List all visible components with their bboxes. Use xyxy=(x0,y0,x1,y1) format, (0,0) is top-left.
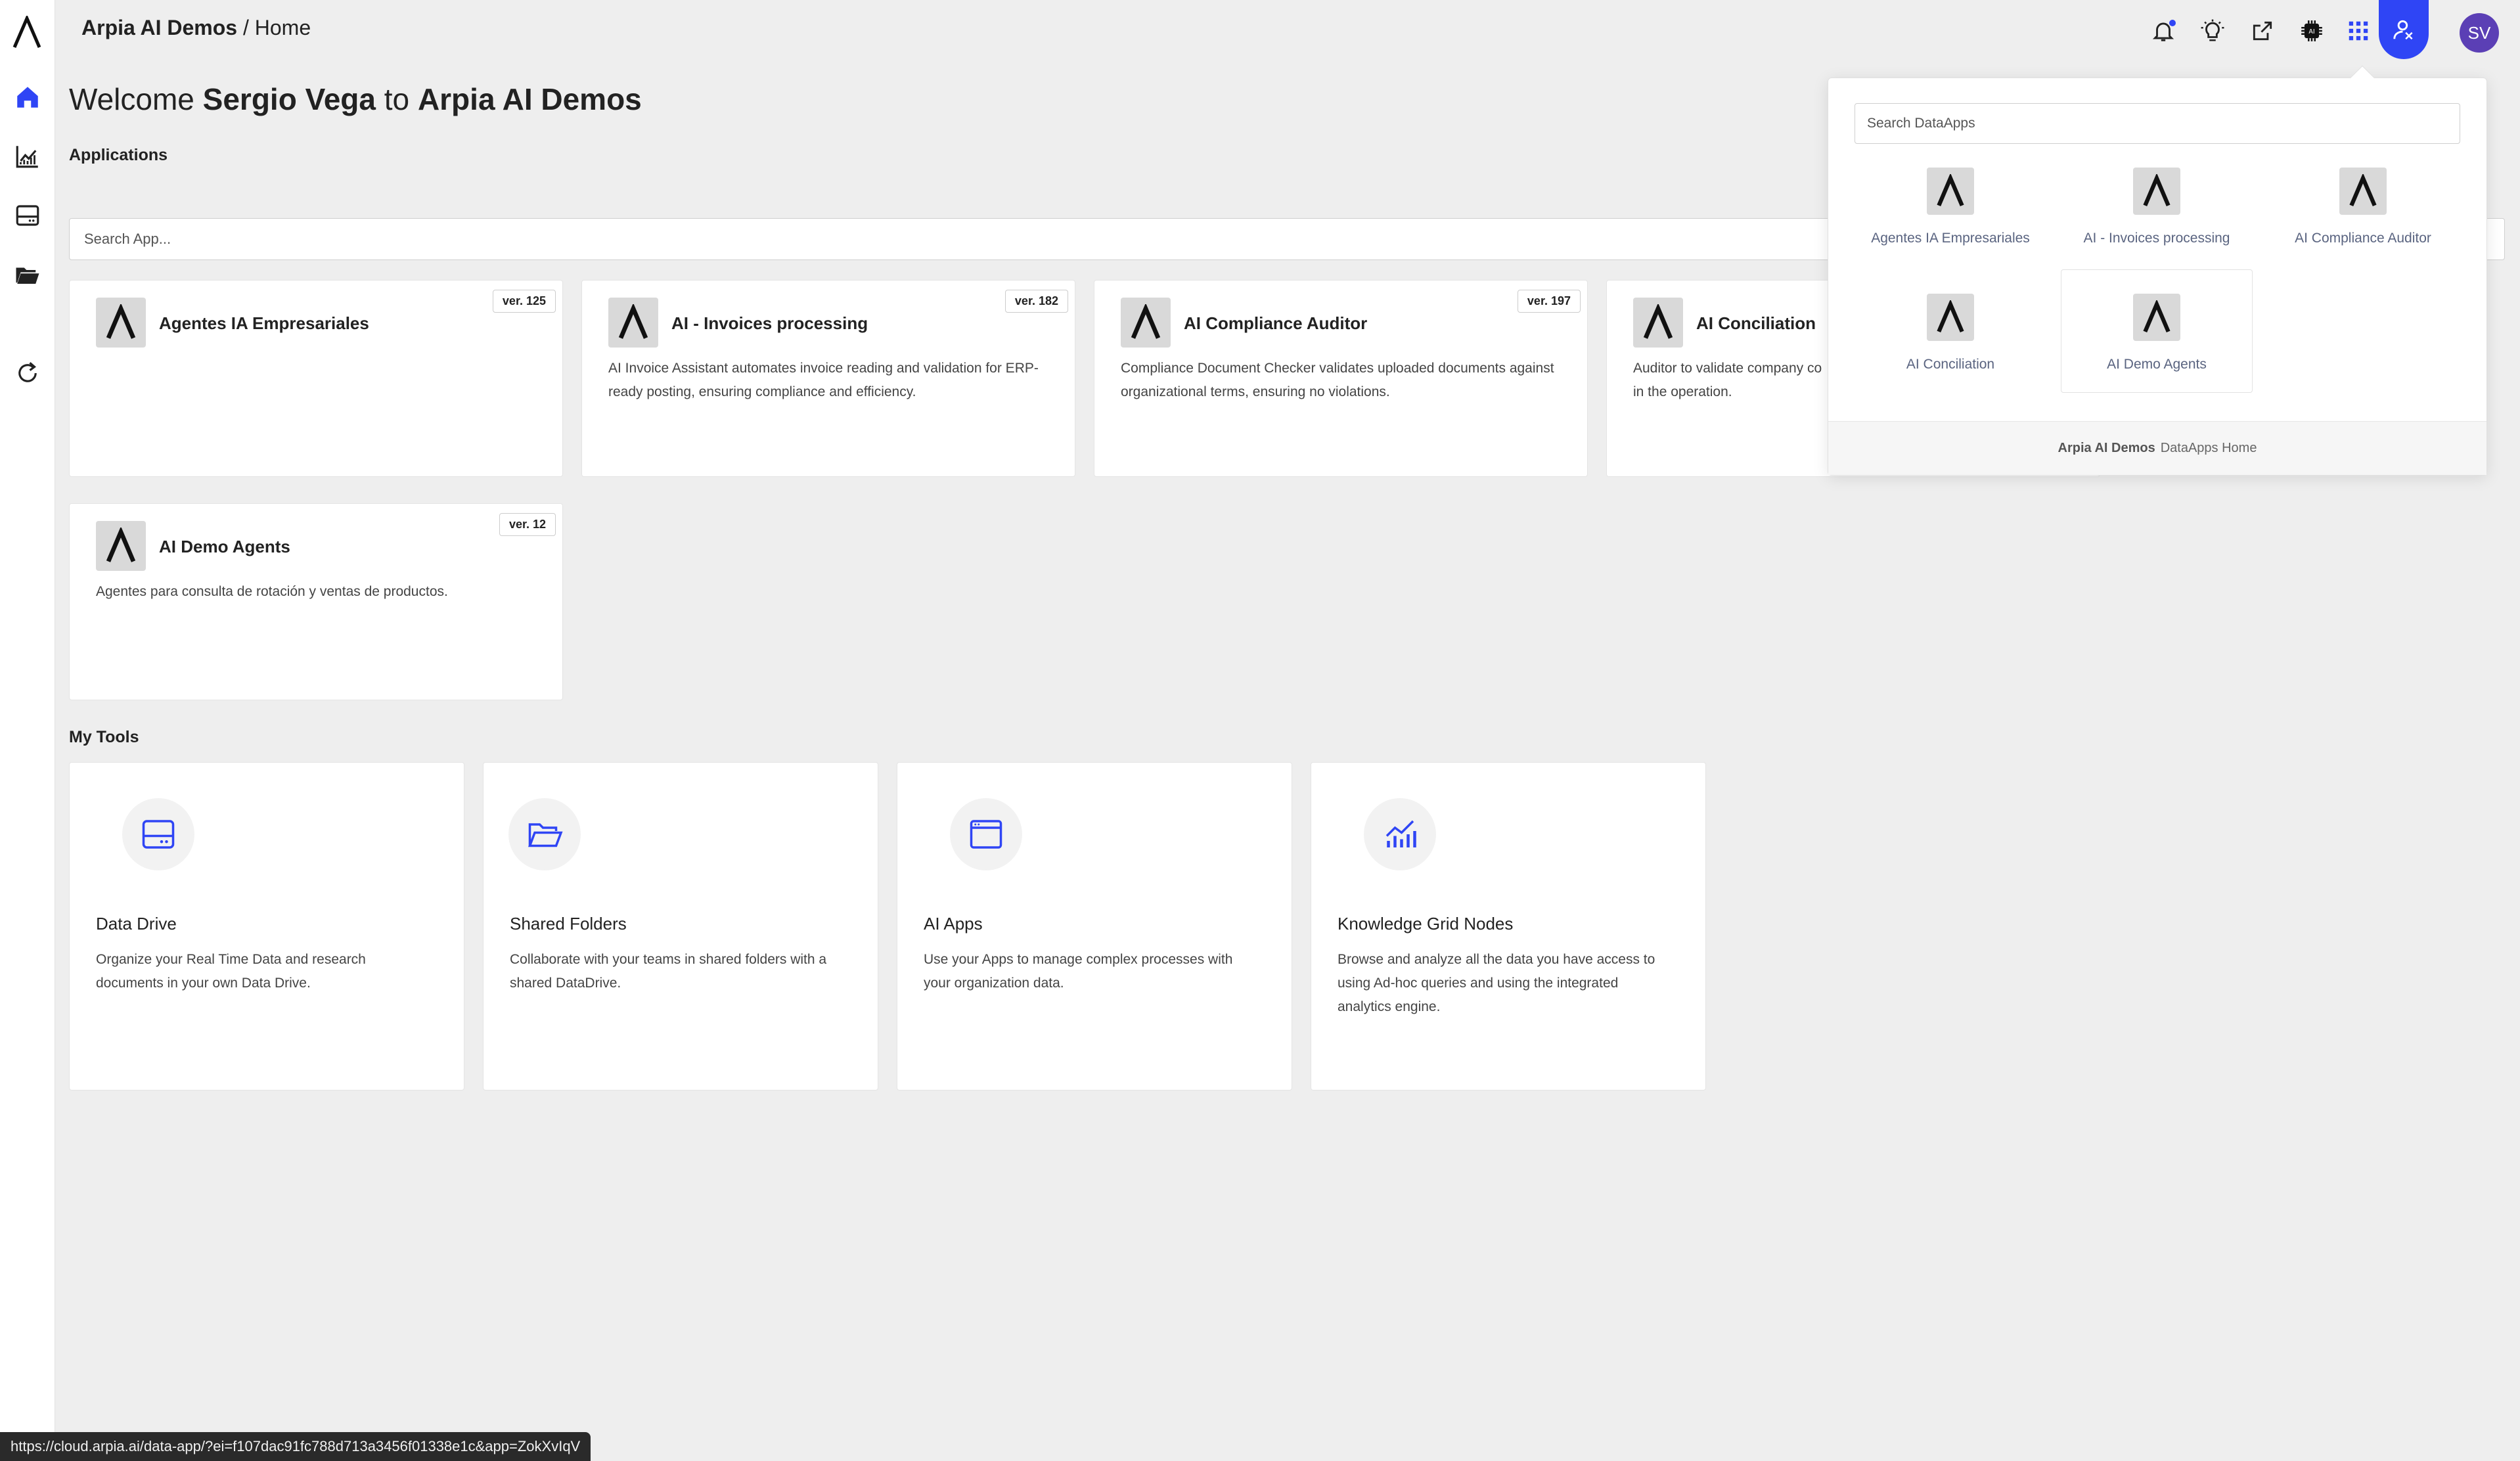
app-logo-icon xyxy=(1121,298,1171,348)
share-icon[interactable] xyxy=(2247,16,2278,46)
app-description: Auditor to validate company co in the op… xyxy=(1633,361,1822,399)
app-title: AI Conciliation xyxy=(1696,313,1816,333)
search-dataapps-input[interactable] xyxy=(1855,103,2460,144)
notification-dot xyxy=(2169,20,2176,26)
status-url-bar: https://cloud.arpia.ai/data-app/?ei=f107… xyxy=(0,1432,591,1461)
breadcrumb: Arpia AI Demos / Home xyxy=(81,16,311,39)
breadcrumb-org[interactable]: Arpia AI Demos xyxy=(81,16,237,39)
dataapp-item[interactable]: AI Demo Agents xyxy=(2061,269,2253,393)
applications-heading: Applications xyxy=(69,146,168,164)
svg-text:AI: AI xyxy=(2308,28,2314,35)
app-title: AI - Invoices processing xyxy=(671,313,868,333)
app-logo-icon xyxy=(608,298,658,348)
home-icon[interactable] xyxy=(13,83,42,112)
tool-title: AI Apps xyxy=(924,914,983,933)
dataapp-label: AI - Invoices processing xyxy=(2083,231,2230,246)
footer-org: Arpia AI Demos xyxy=(2058,441,2155,455)
dataapp-label: Agentes IA Empresariales xyxy=(1871,231,2030,246)
app-title: AI Compliance Auditor xyxy=(1184,313,1368,333)
dropdown-caret xyxy=(2350,65,2375,90)
browser-window-icon xyxy=(950,798,1022,870)
tool-card-data-drive[interactable]: Data Drive Organize your Real Time Data … xyxy=(69,762,464,1090)
tool-title: Shared Folders xyxy=(510,914,627,933)
app-card[interactable]: AI Compliance Auditor ver. 197 Complianc… xyxy=(1094,280,1588,477)
lightbulb-icon[interactable] xyxy=(2197,16,2228,46)
data-apps-user-icon[interactable] xyxy=(2379,0,2429,59)
version-badge: ver. 12 xyxy=(499,513,556,536)
app-logo-icon xyxy=(96,521,146,571)
ai-chip-icon[interactable]: AI xyxy=(2297,16,2327,46)
app-logo-icon xyxy=(1927,294,1974,341)
tool-description: Browse and analyze all the data you have… xyxy=(1338,952,1655,1014)
tool-title: Knowledge Grid Nodes xyxy=(1338,914,1514,933)
version-badge: ver. 197 xyxy=(1517,290,1581,313)
tool-title: Data Drive xyxy=(96,914,177,933)
avatar[interactable]: SV xyxy=(2460,13,2499,53)
version-badge: ver. 182 xyxy=(1004,290,1068,313)
app-logo-icon xyxy=(2133,294,2180,341)
data-drive-icon xyxy=(122,798,194,870)
app-description: Compliance Document Checker validates up… xyxy=(1121,361,1554,399)
dataapp-item[interactable]: AI Compliance Auditor xyxy=(2267,160,2459,283)
tool-description: Collaborate with your teams in shared fo… xyxy=(510,952,827,991)
dataapps-footer: Arpia AI Demos DataApps Home xyxy=(1828,421,2486,475)
dataapp-item[interactable]: Agentes IA Empresariales xyxy=(1855,160,2046,283)
app-title: AI Demo Agents xyxy=(159,537,290,556)
tool-card-knowledge-grid-nodes[interactable]: Knowledge Grid Nodes Browse and analyze … xyxy=(1311,762,1706,1090)
dataapp-label: AI Conciliation xyxy=(1906,357,1995,372)
folder-open-icon[interactable] xyxy=(13,260,42,289)
app-logo-icon xyxy=(1927,168,1974,215)
app-card[interactable]: AI - Invoices processing ver. 182 AI Inv… xyxy=(581,280,1075,477)
analytics-icon[interactable] xyxy=(13,142,42,171)
app-card[interactable]: Agentes IA Empresariales ver. 125 xyxy=(69,280,563,477)
app-logo-icon xyxy=(1633,298,1683,348)
dataapp-item[interactable]: AI Conciliation xyxy=(1855,286,2046,409)
refresh-icon[interactable] xyxy=(13,359,42,388)
my-tools-heading: My Tools xyxy=(69,728,139,746)
arpia-logo-icon[interactable] xyxy=(12,14,42,49)
dataapps-dropdown: Agentes IA Empresariales AI - Invoices p… xyxy=(1828,65,2487,476)
breadcrumb-page: Home xyxy=(254,16,311,39)
app-card[interactable]: AI Demo Agents ver. 12 Agentes para cons… xyxy=(69,503,563,700)
app-logo-icon xyxy=(2339,168,2387,215)
sidebar xyxy=(0,0,55,1461)
dataapp-label: AI Demo Agents xyxy=(2107,357,2207,372)
dataapp-label: AI Compliance Auditor xyxy=(2295,231,2431,246)
analytics-chart-icon xyxy=(1364,798,1436,870)
dataapp-item[interactable]: AI - Invoices processing xyxy=(2061,160,2253,283)
tool-card-ai-apps[interactable]: AI Apps Use your Apps to manage complex … xyxy=(897,762,1292,1090)
version-badge: ver. 125 xyxy=(492,290,556,313)
app-description: Agentes para consulta de rotación y vent… xyxy=(96,584,448,599)
app-title: Agentes IA Empresariales xyxy=(159,313,369,333)
welcome-title: Welcome Sergio Vega to Arpia AI Demos xyxy=(69,82,642,116)
data-drive-icon[interactable] xyxy=(13,201,42,230)
apps-grid-icon[interactable] xyxy=(2343,16,2374,46)
app-logo-icon xyxy=(2133,168,2180,215)
notifications-icon[interactable] xyxy=(2148,16,2178,46)
tool-description: Use your Apps to manage complex processe… xyxy=(924,952,1233,991)
tool-description: Organize your Real Time Data and researc… xyxy=(96,952,366,991)
app-logo-icon xyxy=(96,298,146,348)
app-description: AI Invoice Assistant automates invoice r… xyxy=(608,361,1039,399)
dataapps-home-link[interactable]: DataApps Home xyxy=(2161,441,2257,456)
folder-open-icon xyxy=(508,798,581,870)
tool-card-shared-folders[interactable]: Shared Folders Collaborate with your tea… xyxy=(483,762,878,1090)
